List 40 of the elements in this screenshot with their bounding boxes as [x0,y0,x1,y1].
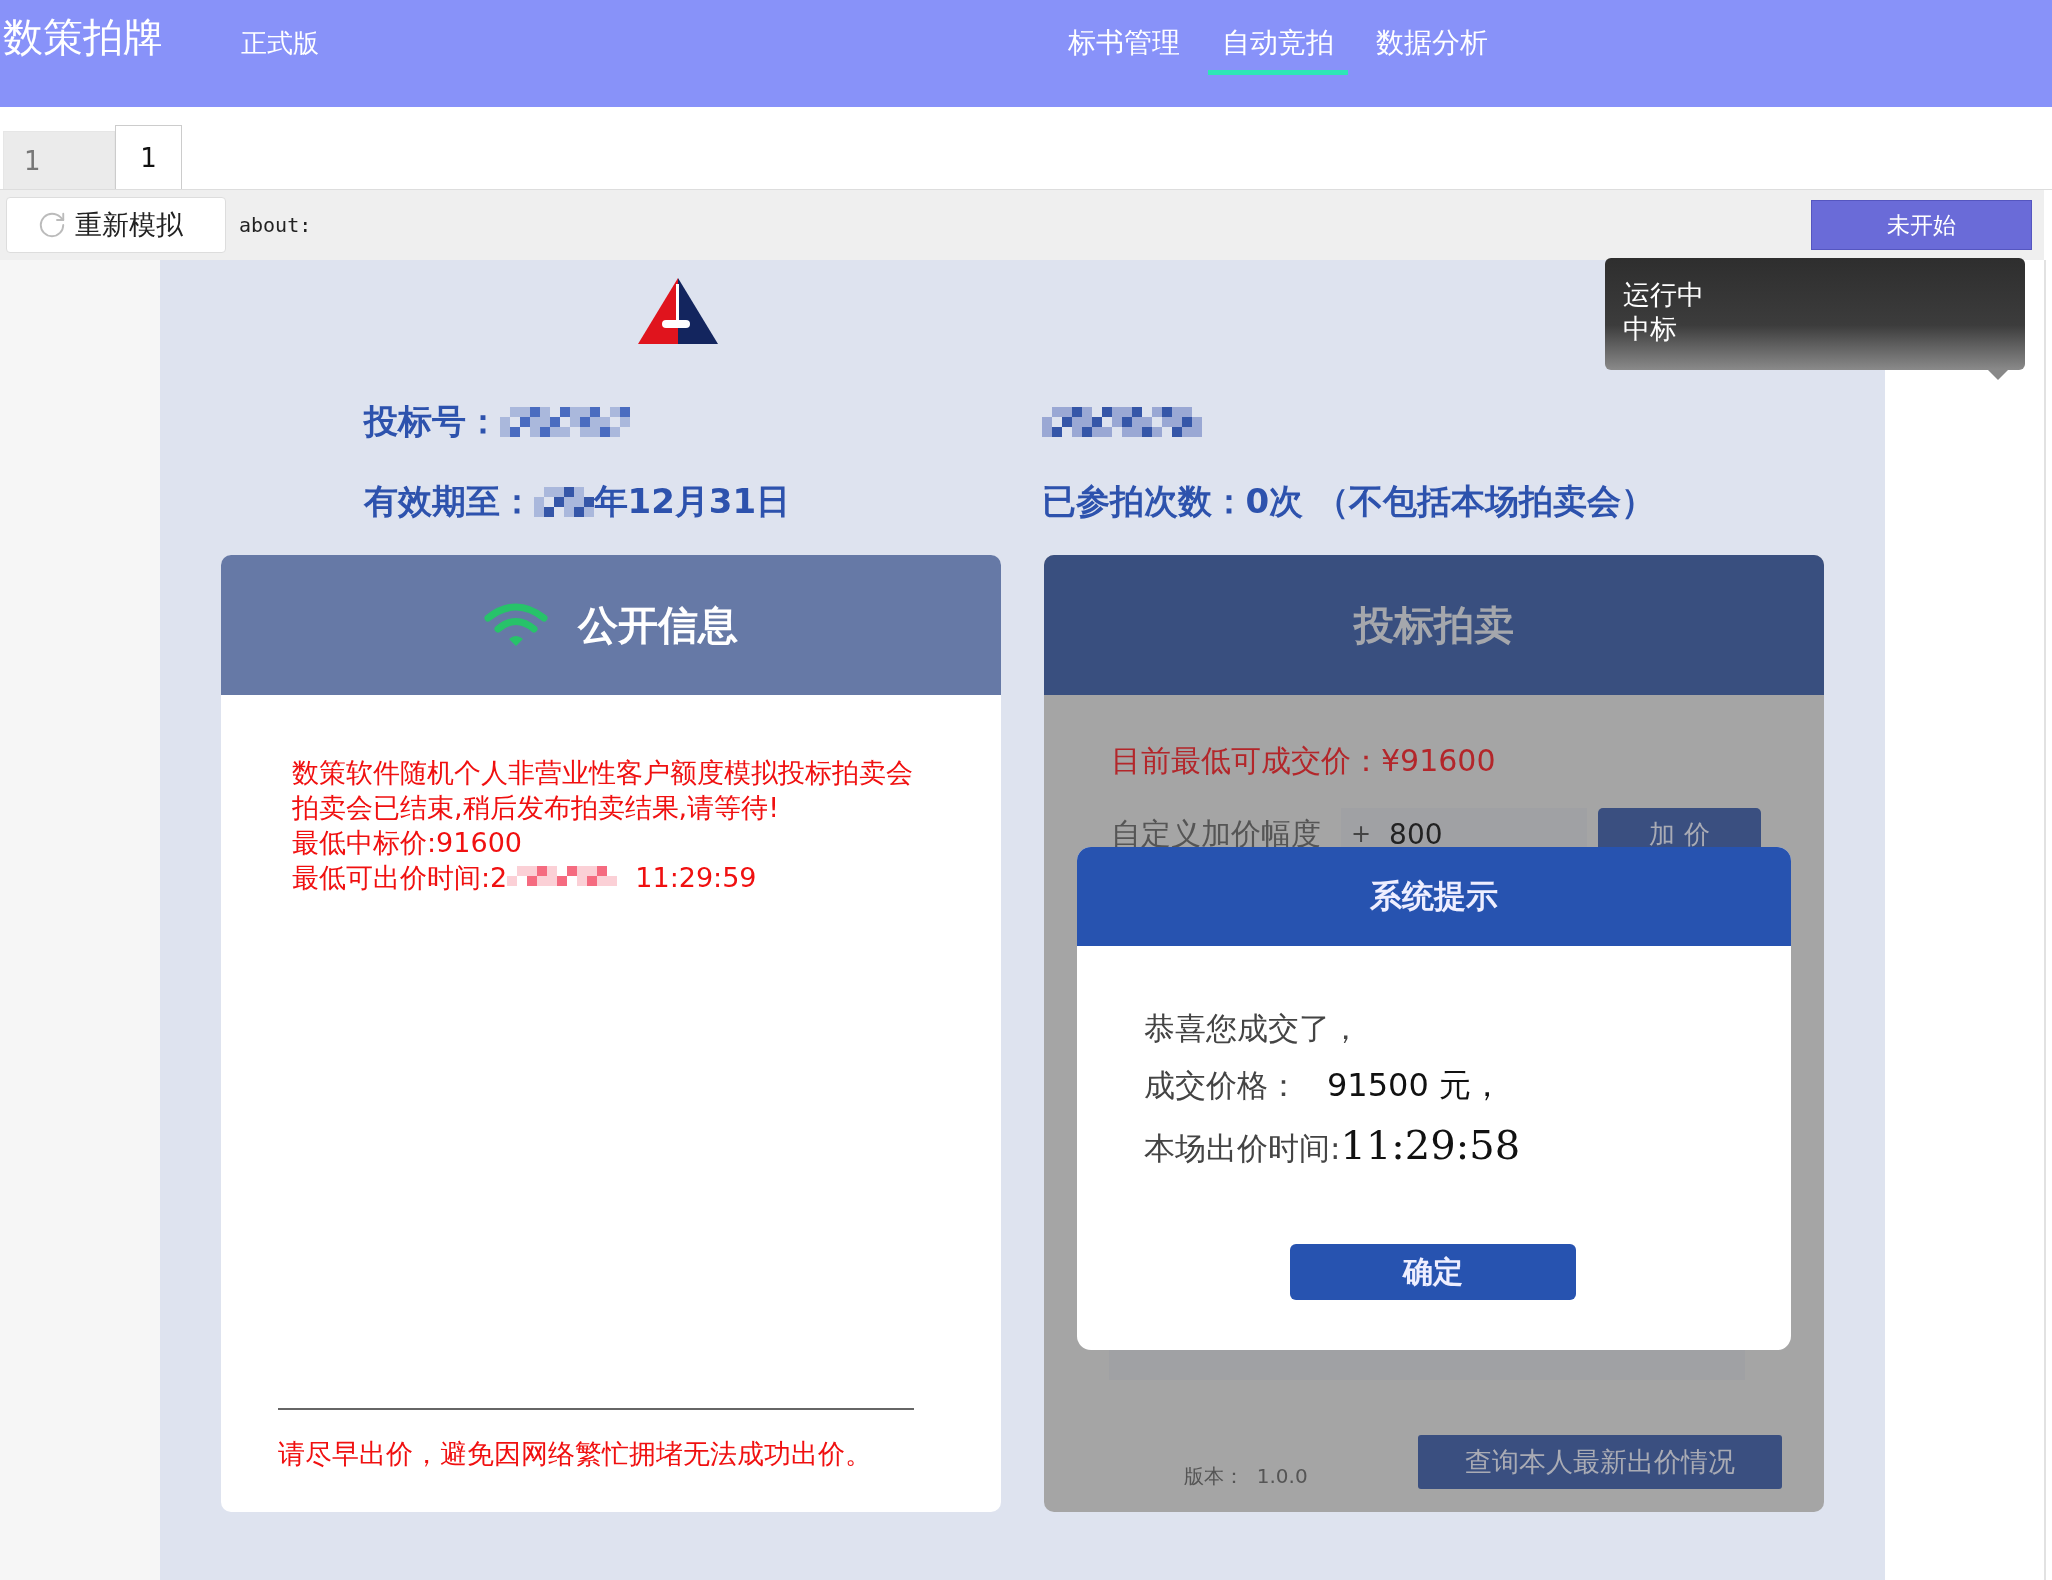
dialog-label: 恭喜您成交了， [1144,1009,1361,1048]
dialog-title: 系统提示 [1370,875,1498,917]
notice-text: 拍卖会已结束,稍后发布拍卖结果,请等待! [292,791,779,825]
notice-time: 11:29:59 [635,861,757,895]
address-text: about: [239,213,312,237]
lowest-price-text: 目前最低可成交价：¥91600 [1111,742,1497,780]
reload-icon [37,210,67,240]
wifi-icon [484,602,548,648]
brand-name: 数策拍牌 [3,13,163,62]
dialog-value: 91500 元， [1327,1065,1503,1106]
increment-label: 自定义加价幅度 [1111,814,1321,853]
notice-text: 数策软件随机个人非营业性客户额度模拟投标拍卖会 [292,756,913,790]
version-text: 版本： 1.0.0 [1184,1463,1308,1490]
expiry-label: 有效期至： [363,480,534,523]
card-title: 投标拍卖 [1354,600,1514,650]
blurred-text [533,487,594,517]
nav-tab[interactable]: 标书管理 [1054,0,1194,75]
notice-text: 最低可出价时间:2 [292,861,508,895]
tooltip-text: 运行中 [1623,278,1705,312]
dialog-value: 11:29:58 [1340,1122,1521,1168]
dialog-label: 成交价格： [1144,1066,1299,1105]
notice-footer: 请尽早出价，避免因网络繁忙拥堵无法成功出价。 [278,1436,931,1472]
reload-button[interactable]: 重新模拟 [6,197,226,253]
edition-label: 正式版 [241,27,319,60]
tooltip-arrow-icon [1988,370,2008,380]
query-button[interactable]: 查询本人最新出价情况 [1417,1434,1782,1489]
bid-number-label: 投标号： [363,400,500,443]
tooltip-text: 中标 [1623,312,1678,346]
bid-count-text: 已参拍次数：0次 （不包括本场拍卖会） [1041,480,1655,523]
confirm-button[interactable]: 确定 [1290,1244,1576,1300]
notice-text: 最低中标价:91600 [292,826,522,860]
card-title: 公开信息 [578,600,738,650]
tab[interactable]: 1 [3,131,115,189]
nav-tab[interactable]: 数据分析 [1362,0,1502,75]
tab[interactable]: 1 [115,125,182,189]
dialog-label: 本场出价时间: [1144,1129,1341,1168]
nav-tab[interactable]: 自动竞拍 [1208,0,1348,75]
expiry-date: 年12月31日 [593,480,791,523]
status-button[interactable]: 未开始 [1811,200,2032,250]
sail-logo-icon [637,278,718,344]
